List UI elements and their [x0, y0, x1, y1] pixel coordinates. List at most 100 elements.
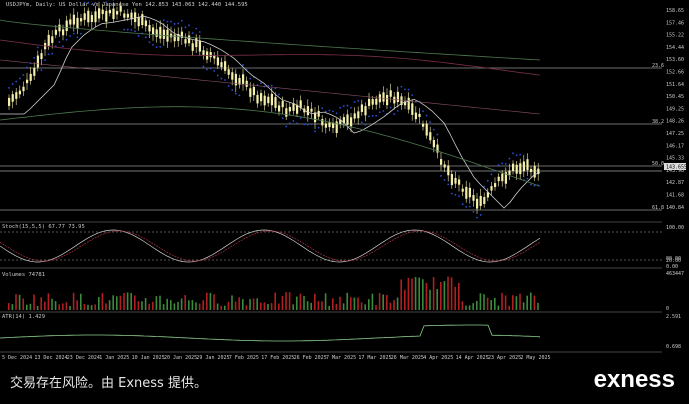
parabolic-sar-dot: [504, 163, 507, 165]
candle-body: [447, 165, 450, 176]
volume-bar: [332, 298, 334, 310]
candle-body: [432, 139, 435, 148]
volume-bar: [533, 295, 536, 310]
candle-body: [357, 111, 360, 119]
volume-bar: [371, 293, 374, 310]
parabolic-sar-dot: [72, 32, 75, 35]
candle-body: [191, 43, 194, 51]
candle-body: [245, 80, 248, 87]
volume-bar: [234, 301, 237, 310]
candle-body: [11, 94, 14, 102]
volume-bar: [148, 303, 150, 310]
parabolic-sar-dot: [411, 94, 414, 97]
candle-body: [425, 123, 428, 136]
volume-bar: [490, 300, 492, 310]
parabolic-sar-dot: [486, 179, 489, 182]
volume-bar: [404, 289, 406, 310]
price-tick-label: 154.44: [666, 45, 684, 51]
parabolic-sar-dot: [166, 20, 169, 23]
parabolic-sar-dot: [220, 77, 223, 80]
parabolic-sar-dot: [40, 69, 43, 72]
parabolic-sar-dot: [360, 121, 363, 124]
volume-bar: [468, 305, 471, 310]
volume-bar: [386, 294, 388, 310]
parabolic-sar-dot: [249, 77, 252, 80]
parabolic-sar-dot: [425, 114, 428, 117]
parabolic-sar-dot: [429, 121, 432, 124]
candle-body: [440, 159, 443, 165]
parabolic-sar-dot: [288, 122, 291, 125]
volume-bar: [112, 295, 114, 310]
volume-bar: [173, 303, 176, 310]
parabolic-sar-dot: [76, 36, 79, 39]
volume-tick-label: 463447: [666, 271, 684, 277]
date-tick-label: 17 Feb 2025: [261, 355, 294, 361]
trading-chart[interactable]: 23.6 38.2 50.0 61.8 158.65 157.46 155.22 154.4…: [0, 0, 689, 404]
parabolic-sar-dot: [432, 128, 435, 131]
candle-body: [252, 86, 255, 96]
exness-logo[interactable]: exness: [594, 366, 675, 394]
candle-body: [188, 35, 191, 44]
parabolic-sar-dot: [198, 31, 201, 33]
parabolic-sar-dot: [342, 105, 345, 107]
volume-bar: [195, 302, 197, 310]
candle-body: [411, 103, 414, 115]
candle-body: [414, 112, 417, 120]
candle-body: [105, 10, 108, 22]
parabolic-sar-dot: [173, 23, 176, 25]
parabolic-sar-dot: [314, 130, 316, 133]
volume-bar: [220, 305, 222, 310]
volume-bar: [87, 304, 89, 310]
date-tick-label: 17 Mar 2025: [358, 355, 391, 361]
candle-body: [87, 10, 90, 23]
parabolic-sar-dot: [242, 64, 244, 66]
volume-bar: [83, 303, 86, 310]
parabolic-sar-dot: [231, 89, 234, 91]
volume-bar: [270, 303, 273, 310]
candle-body: [526, 159, 529, 171]
volume-bar: [425, 282, 428, 310]
parabolic-sar-dot: [292, 120, 295, 122]
volume-bar: [281, 295, 284, 310]
date-tick-label: 13 Dec 2024: [34, 355, 67, 361]
parabolic-sar-dot: [468, 205, 471, 208]
volume-bar: [278, 303, 280, 310]
candle-body: [476, 198, 479, 209]
parabolic-sar-dot: [213, 69, 216, 72]
price-tick-label: 142.87: [666, 180, 684, 186]
volume-bar: [256, 298, 258, 310]
candle-body: [198, 40, 201, 52]
candle-body: [497, 176, 500, 182]
volume-bar: [335, 303, 338, 310]
parabolic-sar-dot: [479, 214, 482, 216]
chart-header: USDJPYm, Daily: US Dollar vs Japanese Ye…: [6, 2, 248, 8]
parabolic-sar-dot: [490, 173, 493, 176]
candle-body: [501, 173, 504, 182]
candle-body: [159, 26, 162, 39]
candle-body: [72, 14, 75, 25]
volume-bar: [159, 295, 161, 310]
volume-bar: [98, 297, 100, 310]
parabolic-sar-dot: [15, 80, 18, 83]
candle-body: [40, 53, 43, 60]
volume-bar: [440, 281, 442, 310]
volume-bar: [40, 297, 42, 310]
stoch-label: Stoch(15,5,5) 67.77 73.95: [2, 224, 85, 230]
candle-body: [288, 106, 291, 112]
parabolic-sar-dot: [137, 34, 140, 37]
volume-bar: [36, 305, 39, 310]
volume-bar: [537, 302, 539, 310]
candle-body: [530, 168, 533, 173]
volume-bar: [454, 286, 456, 310]
volume-bar: [360, 302, 363, 310]
price-tick-label: 150.45: [666, 94, 684, 100]
atr-tick-label: 0.698: [666, 344, 681, 350]
parabolic-sar-dot: [317, 126, 320, 129]
date-tick-label: 20 Jan 2025: [164, 355, 197, 361]
parabolic-sar-dot: [400, 85, 403, 88]
candle-body: [281, 101, 284, 108]
candle-body: [317, 110, 320, 117]
parabolic-sar-dot: [177, 22, 180, 25]
volume-bar: [346, 292, 348, 310]
candle-body: [443, 164, 446, 168]
